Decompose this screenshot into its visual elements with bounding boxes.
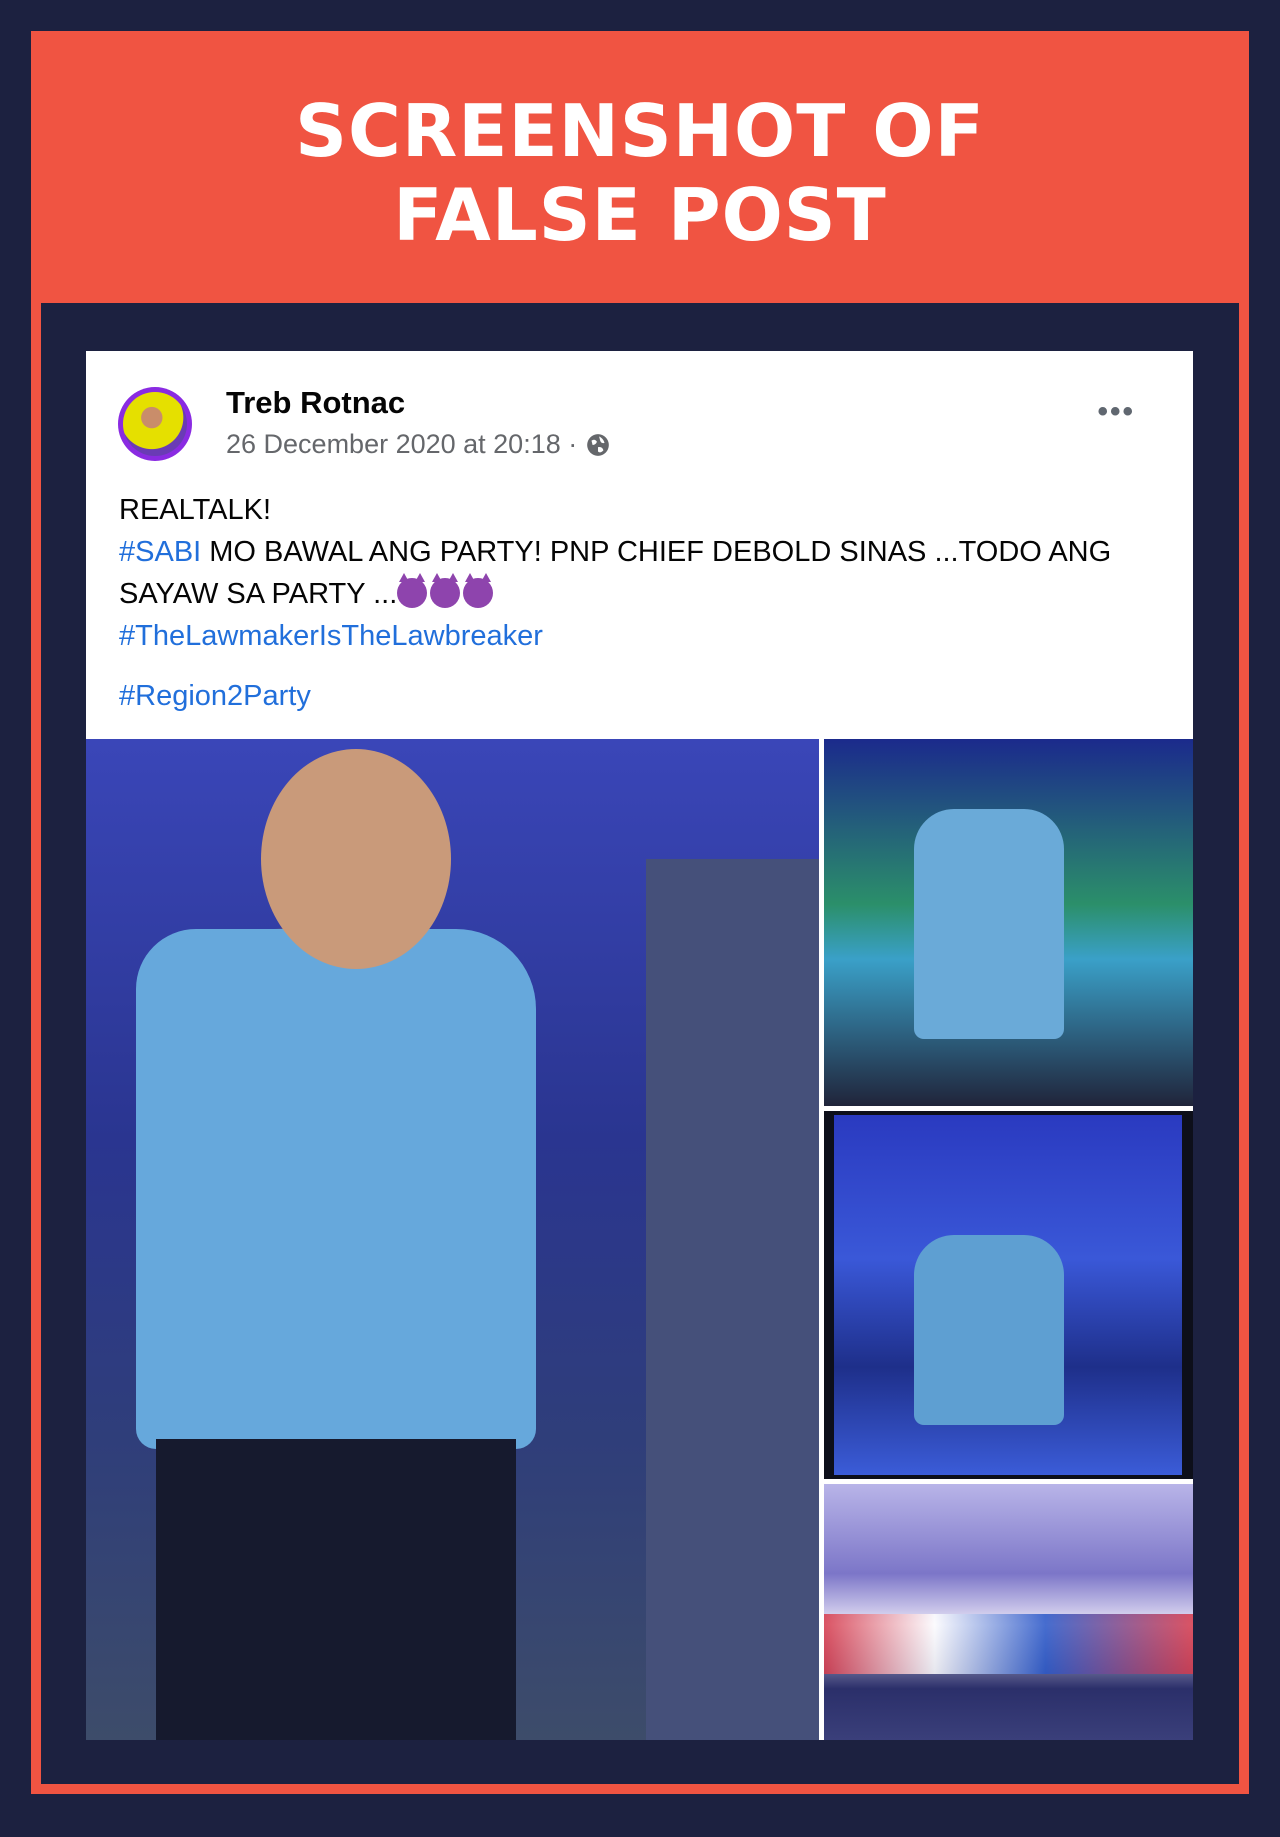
banner-title-line-1: SCREENSHOT OF (295, 89, 985, 173)
dancing-man-head (261, 749, 451, 969)
hashtag-lawmaker[interactable]: #TheLawmakerIsTheLawbreaker (119, 615, 1169, 657)
dancing-man-shirt (914, 809, 1064, 1039)
smiling-devil-emoji-icon (430, 573, 461, 608)
dancing-man-pants (156, 1439, 516, 1740)
main-photo[interactable] (86, 739, 819, 1740)
dancing-man-shirt (914, 1235, 1064, 1425)
globe-icon (587, 433, 610, 456)
photo-top-right[interactable] (824, 739, 1193, 1106)
banner-title-line-2: FALSE POST (393, 173, 887, 257)
post-text-line-1: REALTALK! (119, 494, 272, 526)
post-text: REALTALK! #SABI MO BAWAL ANG PARTY! PNP … (119, 489, 1169, 717)
post-timestamp[interactable]: 26 December 2020 at 20:18 · (226, 429, 577, 460)
photo-middle-right[interactable] (824, 1111, 1193, 1479)
hashtag-sabi[interactable]: #SABI (119, 536, 201, 568)
smiling-devil-emoji-icon (397, 573, 428, 608)
dancing-man-shirt (136, 929, 536, 1449)
more-options-icon[interactable]: ••• (1097, 395, 1135, 429)
background-person (646, 859, 819, 1740)
author-name[interactable]: Treb Rotnac (226, 385, 405, 421)
avatar-image (123, 392, 187, 456)
photo-middle-right-inner (834, 1115, 1182, 1475)
tent-banner (824, 1614, 1193, 1674)
post-text-line-2: #SABI MO BAWAL ANG PARTY! PNP CHIEF DEBO… (119, 531, 1169, 615)
avatar[interactable] (118, 387, 192, 461)
photo-bottom-right[interactable] (824, 1484, 1193, 1740)
facebook-post: Treb Rotnac 26 December 2020 at 20:18 · … (86, 351, 1193, 1740)
post-meta: 26 December 2020 at 20:18 · (226, 429, 611, 460)
post-text-body: MO BAWAL ANG PARTY! PNP CHIEF DEBOLD SIN… (119, 536, 1112, 610)
smiling-devil-emoji-icon (463, 573, 494, 608)
hashtag-region[interactable]: #Region2Party (119, 675, 1169, 717)
banner-title: SCREENSHOT OF FALSE POST (31, 89, 1249, 257)
